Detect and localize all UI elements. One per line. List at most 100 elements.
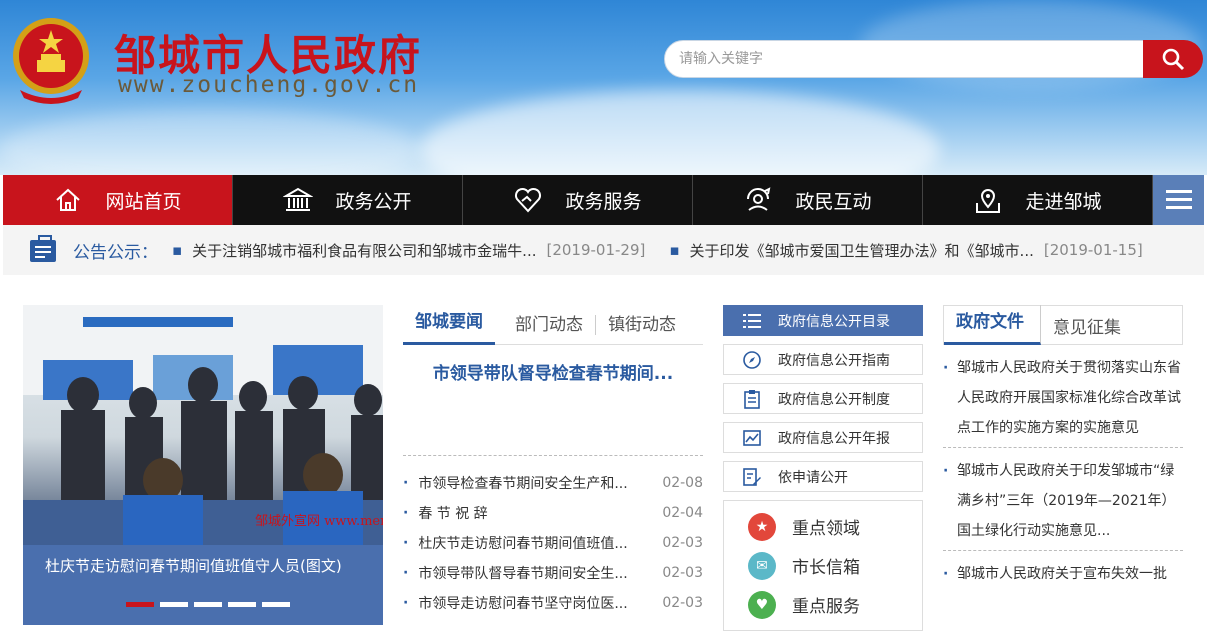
nav-item-government-affairs[interactable]: 政务公开 — [233, 175, 463, 225]
notice-label: 公告公示： — [73, 242, 158, 263]
info-system-button[interactable]: 政府信息公开制度 — [723, 383, 923, 414]
handshake-heart-icon — [515, 187, 542, 213]
documents-tabs: 政府文件 意见征集 — [943, 305, 1183, 345]
news-title[interactable]: 市领导检查春节期间安全生产和... — [403, 473, 627, 493]
news-date: 02-03 — [662, 565, 703, 581]
key-area-link[interactable]: ★ 重点领域 — [724, 507, 922, 546]
heart-hand-icon: ♥ — [748, 590, 776, 619]
news-title[interactable]: 市领导带队督导春节期间安全生... — [403, 563, 627, 583]
compass-icon — [743, 350, 761, 369]
list-icon — [743, 313, 761, 328]
info-button-label: 政府信息公开制度 — [778, 391, 890, 408]
news-panel: 邹城要闻 部门动态 镇街动态 市领导带队督导检查春节期间... 市领导检查春节期… — [403, 305, 703, 625]
nav-item-label: 政务服务 — [565, 190, 642, 213]
bullet: ▪ — [172, 241, 183, 259]
clipboard-icon — [744, 389, 760, 409]
news-title[interactable]: 杜庆节走访慰问春节期间值班值... — [403, 533, 627, 553]
bullet: ▪ — [669, 241, 680, 259]
nav-item-label: 走进邹城 — [1025, 190, 1102, 213]
home-icon — [56, 188, 81, 211]
slide-dot-3[interactable] — [194, 602, 222, 607]
documents-panel: 政府文件 意见征集 邹城市人民政府关于贯彻落实山东省人民政府开展国家标准化综合改… — [943, 305, 1183, 593]
watermark-text: 邹城外宣网 www.mencius.gov.cn — [255, 513, 383, 529]
slide-dot-1[interactable] — [126, 602, 154, 607]
list-item[interactable]: 市领导检查春节期间安全生产和... 02-08 — [403, 468, 703, 498]
mail-icon: ✉ — [748, 551, 776, 580]
nav-item-interaction[interactable]: 政民互动 — [693, 175, 923, 225]
tab-department-news[interactable]: 部门动态 — [503, 314, 596, 335]
document-item[interactable]: 邹城市人民政府关于印发邹城市“绿满乡村”三年（2019年—2021年）国土绿化行… — [943, 448, 1183, 551]
chat-people-icon — [747, 187, 771, 211]
info-button-label: 政府信息公开指南 — [778, 352, 890, 369]
info-button-label: 依申请公开 — [778, 469, 848, 486]
slide-dot-4[interactable] — [228, 602, 256, 607]
info-annual-report-button[interactable]: 政府信息公开年报 — [723, 422, 923, 453]
slide-dot-2[interactable] — [160, 602, 188, 607]
key-link-label: 重点服务 — [792, 597, 860, 617]
notice-item[interactable]: ▪ 关于印发《邹城市爱国卫生管理办法》和《邹城市... [2019-01-15] — [669, 240, 1142, 261]
search-icon — [1162, 48, 1185, 71]
nav-item-label: 政民互动 — [795, 190, 872, 213]
search-button[interactable] — [1143, 40, 1203, 78]
main-nav: 网站首页 政务公开 政务服务 政民互动 走进邹城 — [3, 175, 1204, 225]
notice-title[interactable]: 关于注销邹城市福利食品有限公司和邹城市金瑞牛... — [192, 240, 536, 261]
news-tabs: 邹城要闻 部门动态 镇街动态 — [403, 305, 703, 345]
map-pin-icon — [976, 189, 1001, 213]
site-header: 邹城市人民政府 www.zoucheng.gov.cn 请输入关键字 — [0, 0, 1207, 175]
national-emblem-icon[interactable] — [10, 14, 92, 104]
edit-document-icon — [743, 467, 761, 486]
nav-item-label: 网站首页 — [105, 190, 182, 213]
announcement-icon — [30, 235, 56, 262]
news-date: 02-03 — [662, 535, 703, 551]
notice-date: [2019-01-15] — [1043, 241, 1143, 259]
nav-item-home[interactable]: 网站首页 — [3, 175, 233, 225]
nav-item-about[interactable]: 走进邹城 — [923, 175, 1153, 225]
slide-caption[interactable]: 杜庆节走访慰问春节期间值班值守人员(图文) — [45, 555, 342, 576]
nav-menu-button[interactable] — [1153, 175, 1204, 225]
notice-bar: 公告公示： ▪ 关于注销邹城市福利食品有限公司和邹城市金瑞牛... [2019-… — [3, 225, 1204, 275]
chart-icon — [743, 429, 761, 446]
slide-dot-5[interactable] — [262, 602, 290, 607]
news-list: 市领导检查春节期间安全生产和... 02-08 春 节 祝 辞 02-04 杜庆节走… — [403, 455, 703, 618]
list-item[interactable]: 市领导带队督导春节期间安全生... 02-03 — [403, 558, 703, 588]
key-link-label: 重点领域 — [792, 519, 860, 539]
government-building-icon — [283, 187, 314, 211]
mayor-mailbox-link[interactable]: ✉ 市长信箱 — [724, 546, 922, 585]
info-button-label: 政府信息公开目录 — [778, 313, 890, 330]
news-title[interactable]: 春 节 祝 辞 — [403, 503, 487, 523]
notice-title[interactable]: 关于印发《邹城市爱国卫生管理办法》和《邹城市... — [690, 240, 1034, 261]
tab-opinion-collection[interactable]: 意见征集 — [1041, 313, 1133, 338]
news-title[interactable]: 市领导走访慰问春节坚守岗位医... — [403, 593, 627, 613]
star-icon: ★ — [748, 512, 776, 541]
info-button-label: 政府信息公开年报 — [778, 430, 890, 447]
slide-pagination — [126, 602, 290, 607]
site-url: www.zoucheng.gov.cn — [118, 72, 420, 98]
nav-item-label: 政务公开 — [335, 190, 412, 213]
key-service-link[interactable]: ♥ 重点服务 — [724, 585, 922, 624]
slide-photo[interactable]: 邹城外宣网 www.mencius.gov.cn — [23, 305, 383, 545]
notice-date: [2019-01-29] — [546, 241, 646, 259]
info-catalog-button[interactable]: 政府信息公开目录 — [723, 305, 923, 336]
tab-zoucheng-news[interactable]: 邹城要闻 — [403, 305, 495, 345]
news-slideshow[interactable]: 邹城外宣网 www.mencius.gov.cn 杜庆节走访慰问春节期间值班值守… — [23, 305, 383, 625]
info-apply-button[interactable]: 依申请公开 — [723, 461, 923, 492]
document-item[interactable]: 邹城市人民政府关于贯彻落实山东省人民政府开展国家标准化综合改革试点工作的实施方案… — [943, 345, 1183, 448]
document-item[interactable]: 邹城市人民政府关于宣布失效一批 — [943, 551, 1183, 593]
list-item[interactable]: 杜庆节走访慰问春节期间值班值... 02-03 — [403, 528, 703, 558]
nav-item-services[interactable]: 政务服务 — [463, 175, 693, 225]
notice-item[interactable]: ▪ 关于注销邹城市福利食品有限公司和邹城市金瑞牛... [2019-01-29] — [172, 240, 645, 261]
tab-government-documents[interactable]: 政府文件 — [944, 305, 1041, 345]
news-date: 02-08 — [662, 475, 703, 491]
info-disclosure-panel: 政府信息公开目录 政府信息公开指南 政府信息公开制度 政府信息公开年报 依申请公… — [723, 305, 923, 631]
info-guide-button[interactable]: 政府信息公开指南 — [723, 344, 923, 375]
search-input[interactable]: 请输入关键字 — [664, 40, 1144, 78]
list-item[interactable]: 春 节 祝 辞 02-04 — [403, 498, 703, 528]
hamburger-menu-icon — [1165, 190, 1192, 209]
tab-town-news[interactable]: 镇街动态 — [596, 315, 688, 335]
news-headline[interactable]: 市领导带队督导检查春节期间... — [403, 359, 703, 384]
news-date: 02-04 — [662, 505, 703, 521]
list-item[interactable]: 市领导走访慰问春节坚守岗位医... 02-03 — [403, 588, 703, 618]
news-date: 02-03 — [662, 595, 703, 611]
photo-illustration: 邹城外宣网 www.mencius.gov.cn — [23, 305, 383, 545]
key-links-box: ★ 重点领域 ✉ 市长信箱 ♥ 重点服务 — [723, 500, 923, 631]
